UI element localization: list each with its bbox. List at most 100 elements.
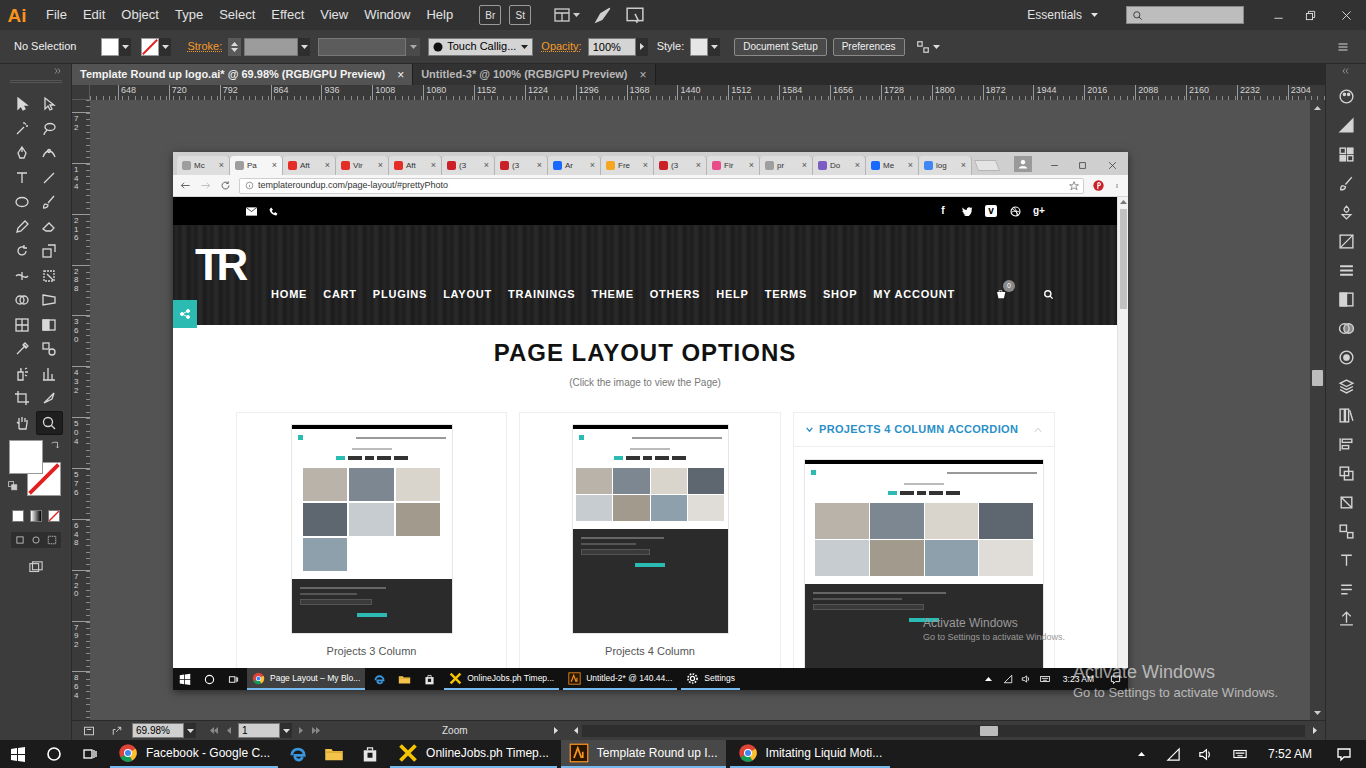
browser-tab[interactable]: (3× xyxy=(442,156,495,175)
tool-button[interactable] xyxy=(9,190,36,215)
eyedropper-tool-icon[interactable] xyxy=(13,340,31,358)
browser-tab-close[interactable]: × xyxy=(908,161,913,170)
address-field[interactable]: templateroundup.com/page-layout/#prettyP… xyxy=(239,178,1084,194)
align-panel-icon[interactable] xyxy=(1335,434,1357,454)
line-tool-icon[interactable] xyxy=(40,169,58,187)
browser-tab-close[interactable]: × xyxy=(855,161,860,170)
taskbar-label[interactable]: OnlineJobs.ph Timep... xyxy=(467,672,554,685)
style-control[interactable] xyxy=(690,38,720,56)
illustrator-app-icon[interactable] xyxy=(569,743,589,763)
tool-button[interactable] xyxy=(36,337,63,362)
horizontal-scrollbar[interactable] xyxy=(582,725,1305,737)
tool-button[interactable] xyxy=(36,141,63,166)
browser-tab[interactable]: Mc× xyxy=(177,156,230,175)
artboard-number[interactable]: 1 xyxy=(238,723,280,738)
browser-tab[interactable]: Me× xyxy=(866,156,919,175)
nav-link[interactable]: PLUGINS xyxy=(373,286,427,303)
chrome-app-icon[interactable] xyxy=(738,743,758,763)
style-swatch[interactable] xyxy=(690,38,708,56)
tool-button[interactable] xyxy=(9,239,36,264)
menu-item[interactable]: Edit xyxy=(75,0,113,30)
browser-tab-close[interactable]: × xyxy=(325,161,330,170)
zoom-tool-icon[interactable] xyxy=(40,414,58,432)
default-colors-icon[interactable] xyxy=(7,480,19,492)
search-icon[interactable] xyxy=(1131,9,1143,21)
tool-button[interactable] xyxy=(9,264,36,289)
cart-button[interactable]: 0 xyxy=(995,288,1007,300)
keyboard-icon[interactable] xyxy=(1222,740,1258,768)
menu-item[interactable]: Select xyxy=(211,0,263,30)
brushes-panel-icon[interactable] xyxy=(1335,173,1357,193)
show-hidden-icons-icon[interactable] xyxy=(1126,740,1158,768)
network-icon[interactable] xyxy=(1158,740,1190,768)
swap-fill-stroke-icon[interactable] xyxy=(49,440,61,452)
scroll-thumb[interactable] xyxy=(1312,370,1323,386)
taskbar-pinned[interactable] xyxy=(367,668,392,690)
browser-tab-label[interactable]: Pa xyxy=(247,160,269,172)
layout-card[interactable]: Projects 4 Column xyxy=(519,412,781,668)
browser-tab[interactable]: Aft× xyxy=(283,156,336,175)
tool-button[interactable] xyxy=(36,239,63,264)
cortana-icon[interactable] xyxy=(36,740,72,768)
browser-tab[interactable]: (3× xyxy=(495,156,548,175)
taskbar-label[interactable]: Settings xyxy=(704,672,735,685)
taskbar-label[interactable]: Facebook - Google C... xyxy=(146,744,270,762)
tool-button[interactable] xyxy=(9,117,36,142)
blend-tool-icon[interactable] xyxy=(40,340,58,358)
stepper-icon[interactable] xyxy=(228,38,241,56)
chevron-icon[interactable] xyxy=(804,425,814,435)
color-swatch[interactable] xyxy=(101,38,119,56)
nav-link[interactable]: TERMS xyxy=(765,286,807,303)
browser-scrollbar[interactable] xyxy=(1117,197,1128,668)
search-field[interactable] xyxy=(1126,6,1244,24)
page-thumbnail[interactable] xyxy=(572,424,729,634)
edge-app-icon[interactable] xyxy=(373,673,386,686)
forward-icon[interactable] xyxy=(199,180,211,192)
browser-tab-label[interactable]: Ar xyxy=(565,160,587,172)
profile-icon[interactable] xyxy=(1014,156,1032,172)
restore-icon[interactable] xyxy=(1294,0,1326,30)
google-plus-link[interactable]: g+ xyxy=(1033,205,1045,217)
artboard-field[interactable]: 1 xyxy=(238,723,292,738)
opacity-link[interactable]: Opacity: xyxy=(541,38,581,55)
tab-close[interactable]: × xyxy=(640,69,647,81)
menu-item[interactable]: Type xyxy=(167,0,211,30)
opacity-value[interactable]: 100% xyxy=(588,38,636,56)
tab-label[interactable]: Untitled-3* @ 100% (RGB/GPU Preview) xyxy=(421,66,627,83)
graphic-styles-panel-icon[interactable] xyxy=(1335,231,1357,251)
control-button[interactable]: Document Setup xyxy=(734,38,827,56)
next-artboard-icon[interactable] xyxy=(296,724,306,738)
page-thumbnail[interactable] xyxy=(291,424,453,634)
browser-tab-label[interactable]: (3 xyxy=(512,160,534,172)
pinterest-extension-icon[interactable] xyxy=(1092,180,1104,192)
edge-app-icon[interactable] xyxy=(288,744,308,764)
horizontal-ruler[interactable]: 6487207928649361008108011521224129613681… xyxy=(90,85,1325,100)
stock-button[interactable]: St xyxy=(509,5,531,25)
stroke-panel-icon[interactable] xyxy=(1335,260,1357,280)
menu-item[interactable]: Object xyxy=(113,0,167,30)
task-view-icon[interactable] xyxy=(72,740,108,768)
mesh-tool-icon[interactable] xyxy=(13,316,31,334)
screen-mode-icon[interactable] xyxy=(25,560,47,576)
nav-link[interactable]: HELP xyxy=(716,286,748,303)
tool-button[interactable] xyxy=(9,215,36,240)
nav-link[interactable]: HOME xyxy=(271,286,307,303)
card-caption[interactable]: Projects 4 Column xyxy=(605,643,695,660)
nav-link[interactable]: SHOP xyxy=(823,286,857,303)
settings-app-icon[interactable] xyxy=(686,672,699,685)
browser-tab[interactable]: (3× xyxy=(654,156,707,175)
taskbar-label[interactable]: OnlineJobs.ph Timep... xyxy=(426,744,549,762)
twitter-icon[interactable] xyxy=(961,205,973,217)
taskbar-pinned[interactable] xyxy=(392,668,417,690)
show-hidden-icons-icon[interactable] xyxy=(979,668,999,690)
nav-link[interactable]: LAYOUT xyxy=(443,286,492,303)
page-thumbnail[interactable] xyxy=(804,459,1044,668)
pathfinder-panel-icon[interactable] xyxy=(1335,463,1357,483)
site-logo[interactable]: TR xyxy=(195,243,243,287)
browser-tab[interactable]: Fir× xyxy=(707,156,760,175)
lasso-tool-icon[interactable] xyxy=(40,120,58,138)
dropdown-caret-icon[interactable] xyxy=(159,38,171,56)
tab-label[interactable]: Template Round up logo.ai* @ 69.98% (RGB… xyxy=(80,66,385,83)
nav-link[interactable]: OTHERS xyxy=(650,286,700,303)
onlinejobs-app-icon[interactable] xyxy=(398,743,418,763)
